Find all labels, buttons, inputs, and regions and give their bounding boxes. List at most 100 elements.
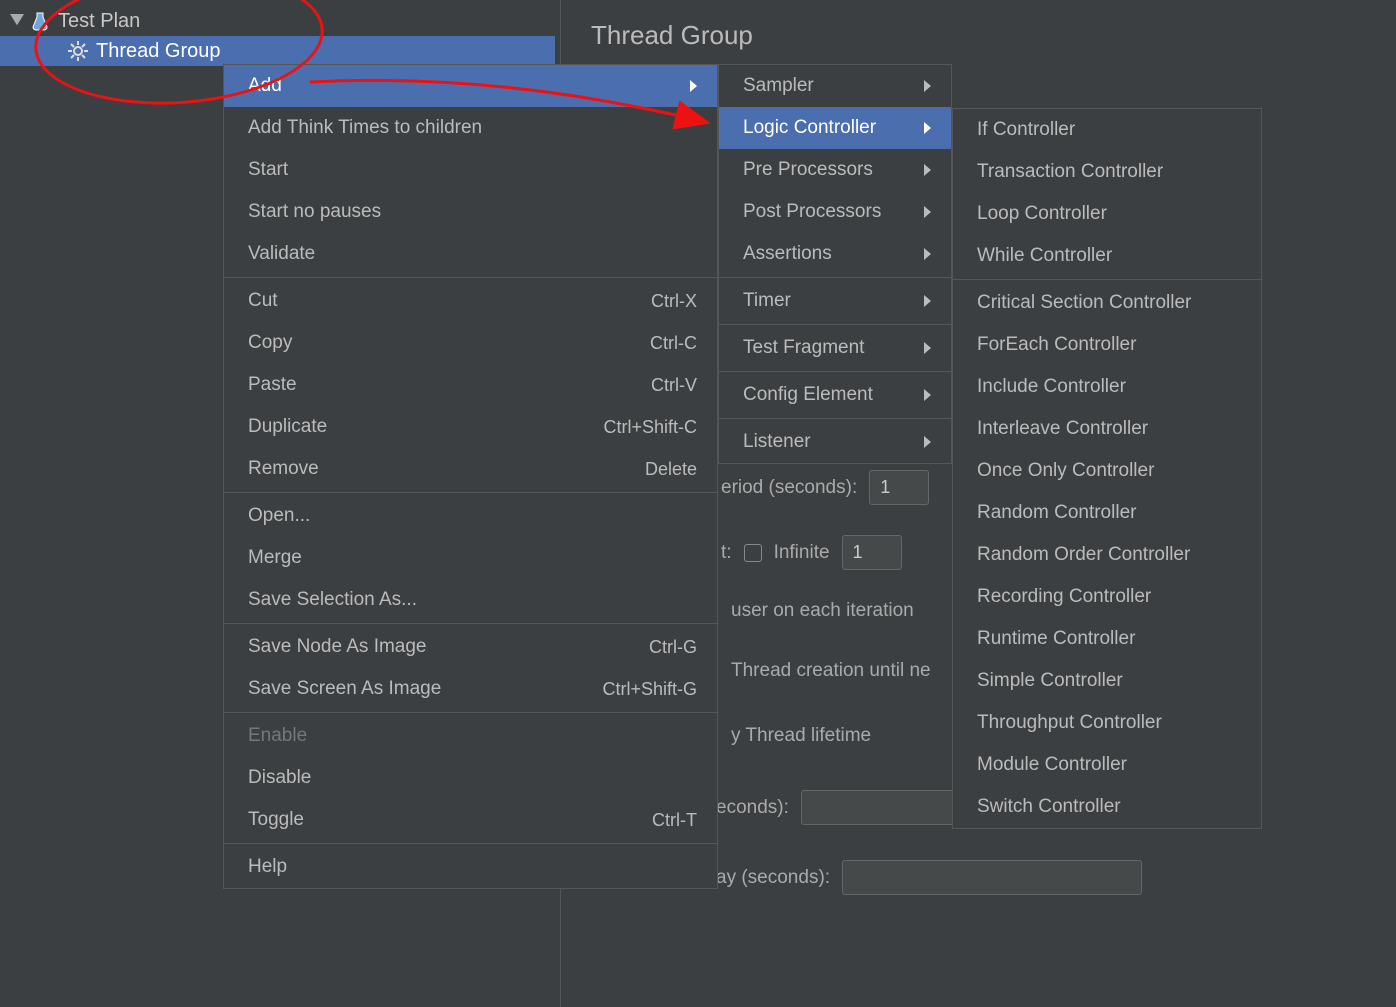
menu-item-label: Once Only Controller: [977, 460, 1154, 482]
logic-item-switch-controller[interactable]: Switch Controller: [953, 786, 1261, 828]
menu-item-label: Paste: [248, 374, 297, 396]
menu-item-save-selection-as[interactable]: Save Selection As...: [224, 579, 717, 621]
menu-item-open[interactable]: Open...: [224, 495, 717, 537]
menu-item-label: Pre Processors: [743, 159, 873, 181]
menu-item-label: Toggle: [248, 809, 304, 831]
logic-controller-submenu: If ControllerTransaction ControllerLoop …: [952, 108, 1262, 829]
menu-item-label: Listener: [743, 431, 811, 453]
menu-separator: [224, 623, 717, 624]
menu-item-save-node-as-image[interactable]: Save Node As ImageCtrl-G: [224, 626, 717, 668]
logic-item-random-controller[interactable]: Random Controller: [953, 492, 1261, 534]
add-item-test-fragment[interactable]: Test Fragment: [719, 327, 951, 369]
startup-delay-input[interactable]: [842, 860, 1142, 895]
chevron-right-icon: [924, 389, 931, 401]
menu-separator: [719, 324, 951, 325]
menu-item-duplicate[interactable]: Duplicate Ctrl+Shift-C: [224, 406, 717, 448]
add-item-post-processors[interactable]: Post Processors: [719, 191, 951, 233]
menu-separator: [224, 492, 717, 493]
menu-item-start-no-pauses[interactable]: Start no pauses: [224, 191, 717, 233]
chevron-right-icon: [924, 248, 931, 260]
menu-item-copy[interactable]: CopyCtrl-C: [224, 322, 717, 364]
add-item-sampler[interactable]: Sampler: [719, 65, 951, 107]
delay-thread-label-fragment: Thread creation until ne: [731, 660, 931, 682]
menu-item-paste[interactable]: Paste Ctrl-V: [224, 364, 717, 406]
menu-item-label: Timer: [743, 290, 791, 312]
chevron-right-icon: [924, 436, 931, 448]
logic-item-throughput-controller[interactable]: Throughput Controller: [953, 702, 1261, 744]
logic-item-if-controller[interactable]: If Controller: [953, 109, 1261, 151]
add-item-listener[interactable]: Listener: [719, 421, 951, 463]
menu-item-label: Logic Controller: [743, 117, 876, 139]
menu-item-add-think-times-to-children[interactable]: Add Think Times to children: [224, 107, 717, 149]
menu-item-label: Disable: [248, 767, 311, 789]
menu-item-cut[interactable]: CutCtrl-X: [224, 280, 717, 322]
menu-shortcut: Ctrl+Shift-C: [603, 417, 697, 438]
menu-item-label: ForEach Controller: [977, 334, 1136, 356]
menu-item-label: Interleave Controller: [977, 418, 1148, 440]
menu-item-label: Random Controller: [977, 502, 1136, 524]
logic-item-simple-controller[interactable]: Simple Controller: [953, 660, 1261, 702]
chevron-right-icon: [924, 164, 931, 176]
menu-item-disable[interactable]: Disable: [224, 757, 717, 799]
menu-item-label: Include Controller: [977, 376, 1126, 398]
logic-item-transaction-controller[interactable]: Transaction Controller: [953, 151, 1261, 193]
add-item-timer[interactable]: Timer: [719, 280, 951, 322]
menu-item-start[interactable]: Start: [224, 149, 717, 191]
logic-item-runtime-controller[interactable]: Runtime Controller: [953, 618, 1261, 660]
ramp-up-input[interactable]: [869, 470, 929, 505]
logic-item-recording-controller[interactable]: Recording Controller: [953, 576, 1261, 618]
logic-item-while-controller[interactable]: While Controller: [953, 235, 1261, 277]
menu-item-label: Random Order Controller: [977, 544, 1190, 566]
menu-item-label: Assertions: [743, 243, 832, 265]
menu-shortcut: Ctrl-V: [651, 375, 697, 396]
menu-item-label: Post Processors: [743, 201, 881, 223]
infinite-checkbox[interactable]: [744, 544, 762, 562]
menu-item-merge[interactable]: Merge: [224, 537, 717, 579]
collapse-icon[interactable]: [10, 14, 24, 28]
loop-count-input[interactable]: [842, 535, 902, 570]
add-item-pre-processors[interactable]: Pre Processors: [719, 149, 951, 191]
menu-item-validate[interactable]: Validate: [224, 233, 717, 275]
menu-item-save-screen-as-image[interactable]: Save Screen As ImageCtrl+Shift-G: [224, 668, 717, 710]
menu-item-label: Critical Section Controller: [977, 292, 1191, 314]
menu-item-label: Validate: [248, 243, 315, 265]
menu-item-label: Save Node As Image: [248, 636, 427, 658]
menu-item-label: Module Controller: [977, 754, 1127, 776]
logic-item-interleave-controller[interactable]: Interleave Controller: [953, 408, 1261, 450]
add-submenu: Sampler Logic Controller Pre Processors Pos…: [718, 64, 952, 464]
tree-node-test-plan[interactable]: Test Plan: [0, 6, 555, 36]
logic-item-once-only-controller[interactable]: Once Only Controller: [953, 450, 1261, 492]
menu-item-help[interactable]: Help: [224, 846, 717, 888]
tree-node-thread-group[interactable]: Thread Group: [0, 36, 555, 66]
add-item-logic-controller[interactable]: Logic Controller: [719, 107, 951, 149]
same-user-label-fragment: user on each iteration: [731, 600, 914, 622]
logic-item-include-controller[interactable]: Include Controller: [953, 366, 1261, 408]
logic-item-loop-controller[interactable]: Loop Controller: [953, 193, 1261, 235]
menu-item-remove[interactable]: RemoveDelete: [224, 448, 717, 490]
menu-item-label: Add Think Times to children: [248, 117, 482, 139]
menu-separator: [953, 279, 1261, 280]
menu-item-toggle[interactable]: ToggleCtrl-T: [224, 799, 717, 841]
menu-item-add[interactable]: Add: [224, 65, 717, 107]
logic-item-module-controller[interactable]: Module Controller: [953, 744, 1261, 786]
menu-item-label: Start: [248, 159, 288, 181]
add-item-config-element[interactable]: Config Element: [719, 374, 951, 416]
menu-item-label: Enable: [248, 725, 307, 747]
menu-item-label: Start no pauses: [248, 201, 381, 223]
test-plan-tree: Test Plan Thread Group: [0, 0, 555, 66]
menu-item-label: Test Fragment: [743, 337, 864, 359]
menu-item-label: Help: [248, 856, 287, 878]
menu-item-label: While Controller: [977, 245, 1112, 267]
beaker-icon: [30, 11, 50, 31]
loop-label-fragment: t:: [721, 542, 732, 564]
tree-node-label: Thread Group: [96, 40, 221, 63]
ramp-up-label-fragment: eriod (seconds):: [721, 477, 857, 499]
startup-delay-label-fragment: ay (seconds):: [716, 867, 830, 889]
add-item-assertions[interactable]: Assertions: [719, 233, 951, 275]
menu-item-label: Save Selection As...: [248, 589, 417, 611]
logic-item-foreach-controller[interactable]: ForEach Controller: [953, 324, 1261, 366]
logic-item-critical-section-controller[interactable]: Critical Section Controller: [953, 282, 1261, 324]
menu-item-label: Duplicate: [248, 416, 327, 438]
menu-item-label: Remove: [248, 458, 319, 480]
logic-item-random-order-controller[interactable]: Random Order Controller: [953, 534, 1261, 576]
